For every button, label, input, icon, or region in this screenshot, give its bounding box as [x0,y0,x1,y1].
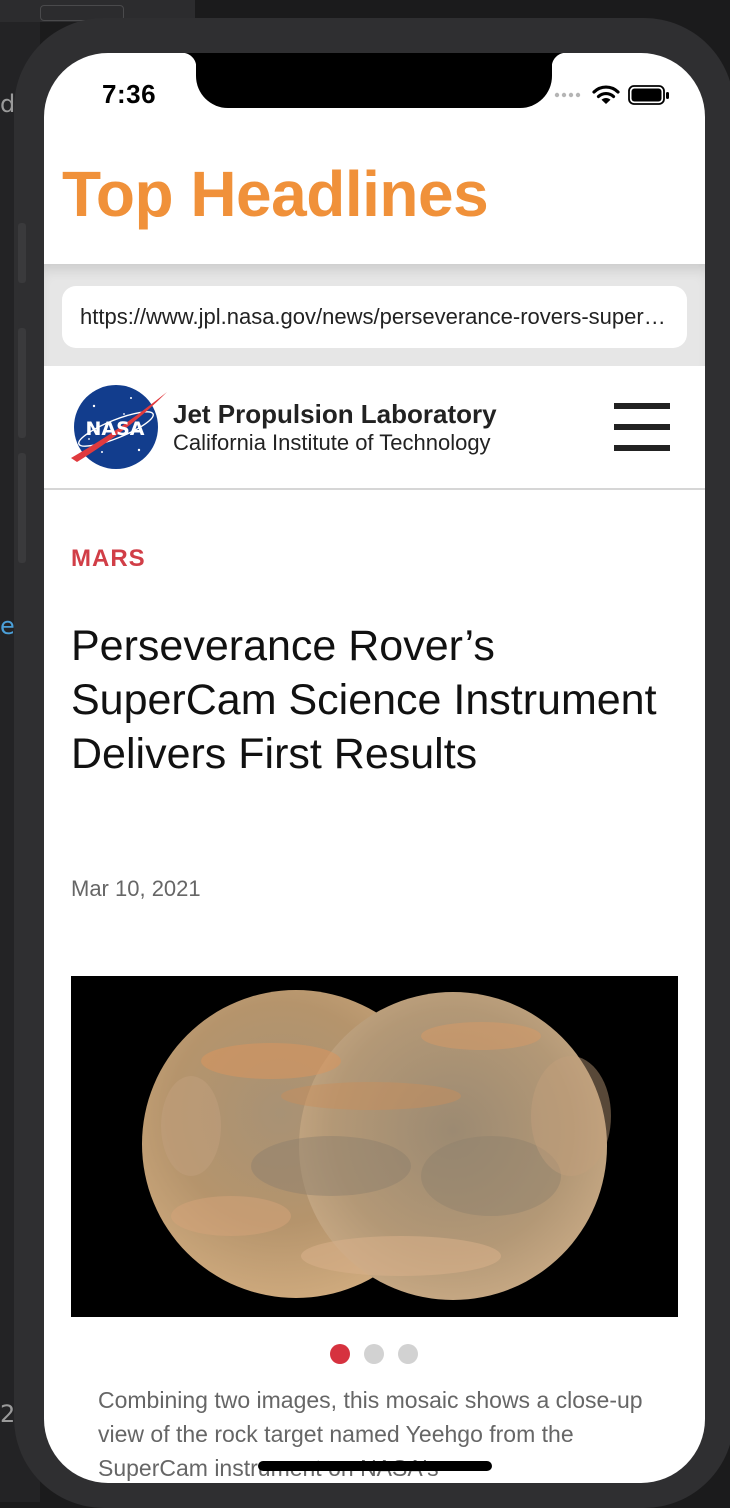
url-text: https://www.jpl.nasa.gov/news/perseveran… [80,304,675,329]
carousel-page-indicator[interactable] [330,1344,418,1364]
jpl-site-header: NASA Jet Propulsion Laboratory Californi… [44,366,705,490]
phone-screen: 7:36 Top Headlines https://www.jpl.nasa.… [44,53,705,1483]
battery-icon [628,85,669,105]
article-headline: Perseverance Rover’s SuperCam Science In… [71,622,657,778]
carousel-dot-3[interactable] [398,1344,418,1364]
home-indicator[interactable] [258,1461,492,1471]
nasa-logo[interactable]: NASA [69,384,169,470]
background-window-text: e [0,612,15,640]
volume-down-button [18,453,26,563]
carousel-dot-1[interactable] [330,1344,350,1364]
page-title: Top Headlines [62,158,489,230]
site-title[interactable]: Jet Propulsion Laboratory [173,399,497,430]
cellular-signal-icon [554,92,581,98]
status-time: 7:36 [102,79,157,109]
nasa-logo-text: NASA [86,418,145,440]
background-window-text: d [0,90,16,118]
carousel-dot-2[interactable] [364,1344,384,1364]
notch [182,53,566,108]
hamburger-menu-icon[interactable] [614,403,670,453]
site-subtitle: California Institute of Technology [173,430,491,455]
article-date: Mar 10, 2021 [71,876,201,901]
url-field[interactable]: https://www.jpl.nasa.gov/news/perseveran… [62,286,687,348]
wifi-icon [592,85,620,104]
article-image-mosaic[interactable] [71,976,678,1317]
background-window-text: 2 [0,1400,16,1428]
status-icons [554,83,670,107]
url-bar-area: https://www.jpl.nasa.gov/news/perseveran… [44,264,705,366]
mosaic-rock-image [142,990,611,1300]
article-category[interactable]: MARS [71,545,146,573]
volume-up-button [18,328,26,438]
silent-switch [18,223,26,283]
